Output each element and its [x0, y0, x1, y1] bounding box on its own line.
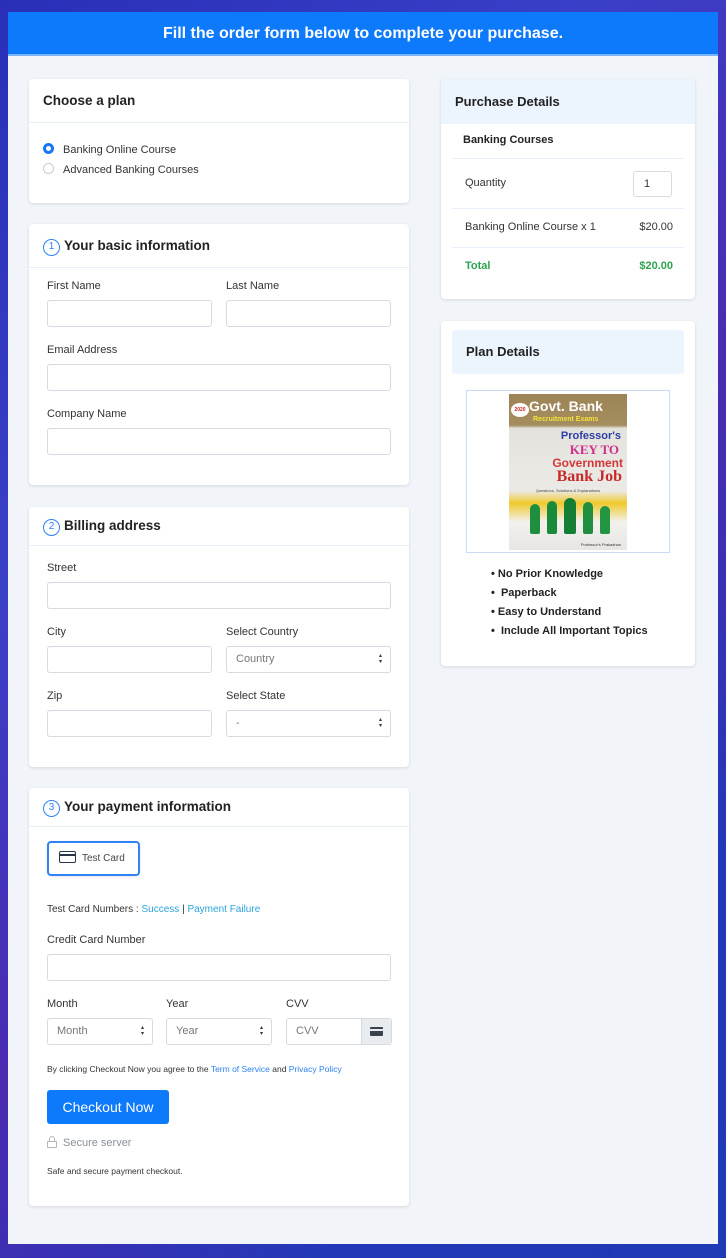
lock-icon: [47, 1136, 57, 1148]
zip-input[interactable]: [47, 710, 212, 737]
state-select[interactable]: -: [226, 710, 391, 737]
billing-title: 2 Billing address: [29, 507, 409, 546]
step-2-icon: 2: [43, 519, 60, 536]
country-select[interactable]: Country: [226, 646, 391, 673]
divider: [452, 208, 684, 209]
plan-option-banking-online-course[interactable]: Banking Online Course: [43, 143, 176, 156]
feature-item: • Easy to Understand: [491, 606, 602, 618]
credit-card-icon: [59, 851, 76, 863]
plan-option-advanced-banking-courses[interactable]: Advanced Banking Courses: [43, 163, 199, 176]
book-edition-badge: 2020: [511, 403, 529, 417]
book-publisher: Professor's Prakashan: [580, 542, 621, 547]
step-3-icon: 3: [43, 800, 60, 817]
book-cover-image: 2020 Govt. Bank Recruitment Exams Profes…: [509, 394, 627, 550]
book-title-line1: Govt. Bank: [529, 398, 603, 414]
book-subtitle: Questions, Solutions & Explanations: [535, 488, 601, 493]
total-value: $20.00: [639, 260, 673, 272]
step-1-icon: 1: [43, 239, 60, 256]
email-label: Email Address: [47, 344, 118, 356]
choose-plan-title: Choose a plan: [29, 79, 409, 123]
basic-info-card: 1 Your basic information First Name Last …: [29, 224, 409, 485]
radio-unselected-icon[interactable]: [43, 163, 54, 174]
last-name-label: Last Name: [226, 280, 280, 292]
city-input[interactable]: [47, 646, 212, 673]
book-title-line2: Recruitment Exams: [533, 416, 599, 423]
street-input[interactable]: [47, 582, 391, 609]
radio-selected-icon[interactable]: [43, 143, 54, 154]
privacy-link[interactable]: Privacy Policy: [289, 1064, 342, 1074]
card-number-input[interactable]: [47, 954, 391, 981]
feature-item: • Paperback: [491, 587, 557, 599]
feature-item: • Include All Important Topics: [491, 625, 648, 637]
country-label: Select Country: [226, 626, 299, 638]
year-select[interactable]: Year: [166, 1018, 272, 1045]
book-title-line6: Bank Job: [556, 468, 622, 485]
cvv-card-icon: [361, 1019, 391, 1044]
product-group-label: Banking Courses: [463, 134, 554, 146]
street-label: Street: [47, 562, 77, 574]
page-banner: Fill the order form below to complete yo…: [8, 12, 718, 56]
first-name-label: First Name: [47, 280, 101, 292]
secure-server: Secure server: [47, 1136, 131, 1149]
email-input[interactable]: [47, 364, 391, 391]
zip-label: Zip: [47, 690, 63, 702]
company-label: Company Name: [47, 408, 127, 420]
payment-title: 3 Your payment information: [29, 788, 409, 827]
plan-features-list: • No Prior Knowledge • Paperback • Easy …: [491, 568, 648, 644]
book-title-line3: Professor's: [560, 430, 621, 442]
line-item-price: $20.00: [639, 221, 673, 233]
purchase-details-title: Purchase Details: [441, 79, 695, 124]
divider: [452, 158, 684, 159]
plan-details-card: Plan Details 2020 Govt. Bank Recruitment…: [441, 321, 695, 666]
choose-plan-card: Choose a plan Banking Online Course Adva…: [29, 79, 409, 203]
test-card-method-button[interactable]: Test Card: [47, 841, 140, 876]
success-link[interactable]: Success: [141, 904, 179, 915]
card-number-label: Credit Card Number: [47, 934, 146, 946]
billing-card: 2 Billing address Street City Select Coun…: [29, 507, 409, 767]
month-select[interactable]: Month: [47, 1018, 153, 1045]
book-people-illustration: [527, 498, 613, 534]
plan-details-title: Plan Details: [452, 330, 684, 374]
agreement-text: By clicking Checkout Now you agree to th…: [47, 1064, 342, 1074]
basic-info-title: 1 Your basic information: [29, 224, 409, 268]
quantity-input[interactable]: 1: [633, 171, 672, 197]
safe-checkout-text: Safe and secure payment checkout.: [47, 1166, 183, 1176]
city-label: City: [47, 626, 66, 638]
payment-failure-link[interactable]: Payment Failure: [187, 904, 260, 915]
payment-card: 3 Your payment information Test Card Test…: [29, 788, 409, 1206]
terms-link[interactable]: Term of Service: [211, 1064, 270, 1074]
company-input[interactable]: [47, 428, 391, 455]
feature-item: • No Prior Knowledge: [491, 568, 604, 580]
divider: [452, 247, 684, 248]
checkout-page: Fill the order form below to complete yo…: [8, 12, 718, 1244]
test-card-numbers: Test Card Numbers : Success | Payment Fa…: [47, 904, 261, 915]
book-image-frame: 2020 Govt. Bank Recruitment Exams Profes…: [466, 390, 670, 553]
first-name-input[interactable]: [47, 300, 212, 327]
state-label: Select State: [226, 690, 286, 702]
purchase-details-card: Purchase Details Banking Courses Quantit…: [441, 79, 695, 299]
month-label: Month: [47, 998, 78, 1010]
cvv-label: CVV: [286, 998, 309, 1010]
last-name-input[interactable]: [226, 300, 391, 327]
checkout-now-button[interactable]: Checkout Now: [47, 1090, 169, 1124]
year-label: Year: [166, 998, 189, 1010]
